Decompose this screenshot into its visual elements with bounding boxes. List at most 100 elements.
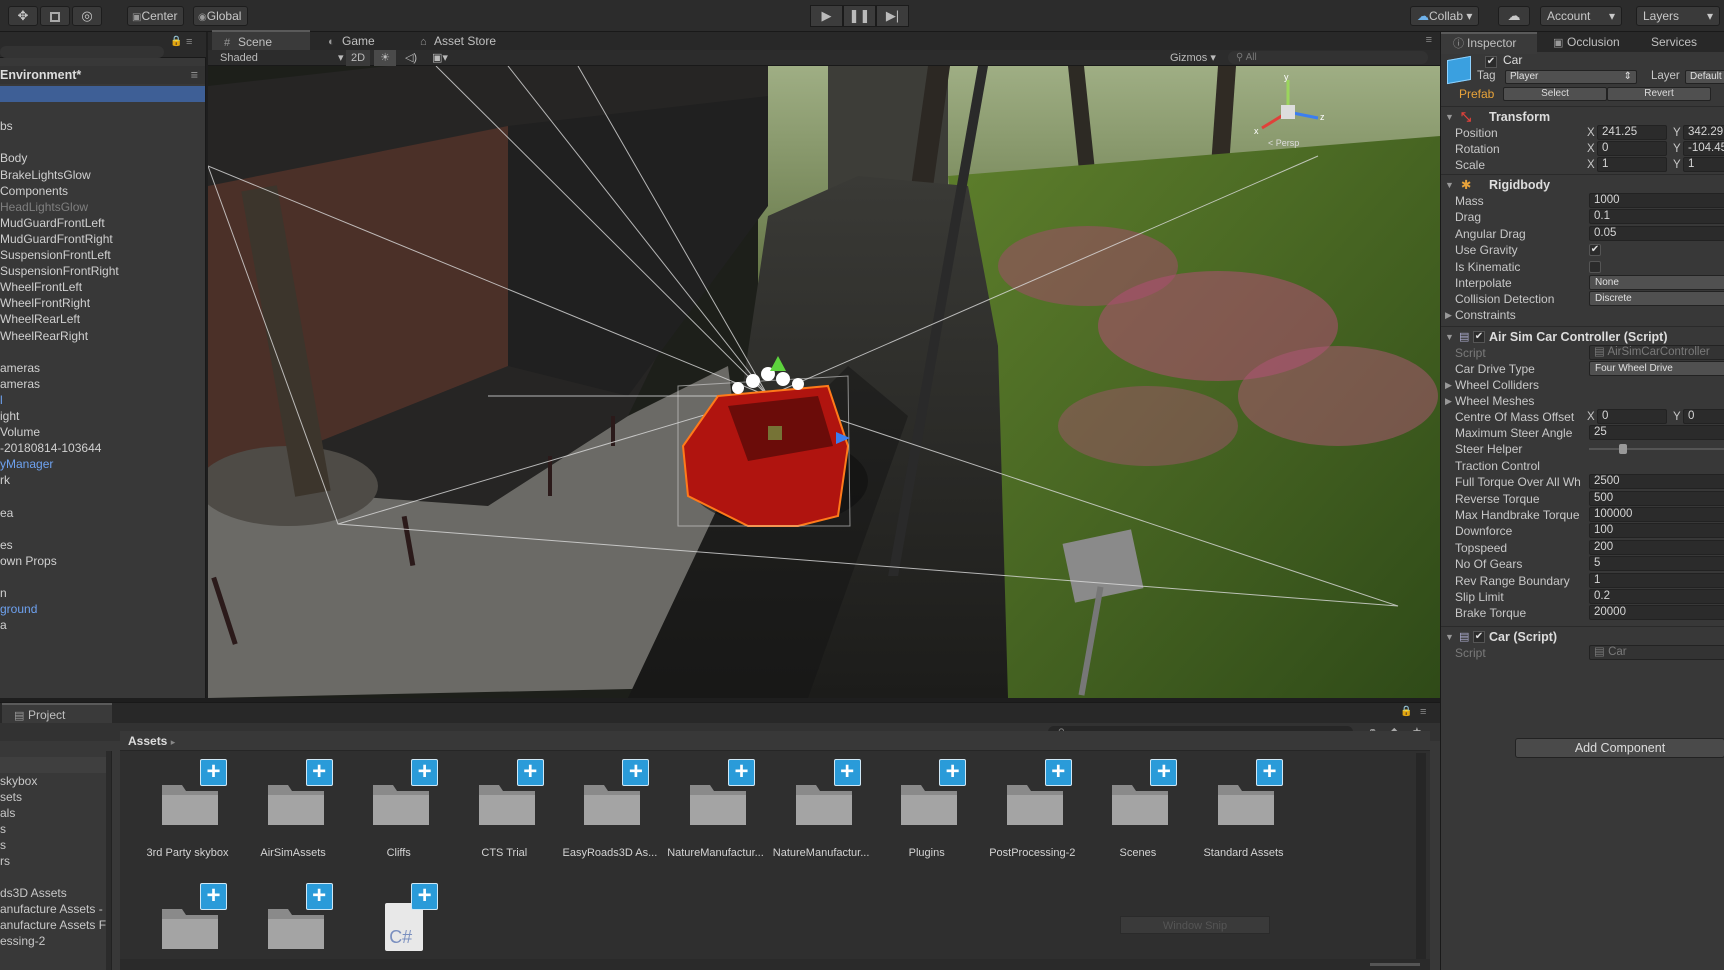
- script-asset[interactable]: C# +: [331, 875, 446, 970]
- property-field[interactable]: 20000: [1589, 605, 1724, 621]
- hierarchy-item[interactable]: [0, 344, 205, 360]
- object-name-field[interactable]: Car: [1503, 52, 1723, 68]
- drive-type-dropdown[interactable]: Four Wheel Drive: [1589, 361, 1724, 376]
- hierarchy-item[interactable]: ight: [0, 408, 205, 424]
- property-field[interactable]: 0.2: [1589, 589, 1724, 604]
- position-x-field[interactable]: 241.25: [1597, 125, 1667, 140]
- property-field[interactable]: 100000: [1589, 507, 1724, 522]
- folder-asset[interactable]: + Scenes: [1070, 751, 1185, 867]
- hierarchy-item[interactable]: SuspensionFrontRight: [0, 263, 205, 279]
- folder-asset[interactable]: +3rd Party skybox: [120, 751, 235, 867]
- hierarchy-item[interactable]: bs: [0, 118, 205, 134]
- folder-asset[interactable]: + Standard Assets: [1176, 751, 1291, 867]
- lock-icon[interactable]: 🔒: [170, 36, 182, 47]
- effects-toggle-icon[interactable]: ▣▾: [426, 50, 454, 66]
- gizmos-dropdown[interactable]: Gizmos ▾: [1170, 50, 1222, 66]
- layers-dropdown[interactable]: Layers ▾: [1636, 6, 1720, 26]
- tab-inspector[interactable]: ⓘ Inspector: [1441, 32, 1537, 54]
- car-script-header[interactable]: ▼ ▤ ✔ Car (Script): [1441, 626, 1724, 646]
- folder-asset[interactable]: +: [226, 875, 341, 970]
- pivot-center-button[interactable]: ▣Center: [127, 6, 185, 26]
- pause-button[interactable]: ❚❚: [843, 5, 876, 27]
- tree-scrollbar[interactable]: [106, 751, 111, 970]
- lock-icon[interactable]: 🔒: [1400, 706, 1412, 717]
- rotation-y-field[interactable]: -104.45: [1683, 141, 1724, 156]
- property-field[interactable]: 5: [1589, 556, 1724, 572]
- controller-header[interactable]: ▼ ▤ ✔ Air Sim Car Controller (Script): [1441, 326, 1724, 346]
- cloud-icon[interactable]: ☁: [1498, 6, 1530, 26]
- property-dropdown[interactable]: Discrete: [1589, 291, 1724, 307]
- folder-asset[interactable]: + PostProcessing-2: [965, 751, 1080, 867]
- hierarchy-item[interactable]: HeadLightsGlow: [0, 199, 205, 215]
- folder-asset[interactable]: + CTS Trial: [437, 751, 552, 867]
- hierarchy-item[interactable]: l: [0, 392, 205, 408]
- property-field[interactable]: 500: [1589, 490, 1724, 506]
- hierarchy-item[interactable]: ameras: [0, 376, 205, 392]
- hierarchy-item[interactable]: Body: [0, 150, 205, 166]
- pivot-global-button[interactable]: ◉Global: [193, 6, 249, 26]
- grid-scrollbar[interactable]: [1416, 753, 1426, 963]
- controller-enabled-checkbox[interactable]: ✔: [1473, 331, 1485, 343]
- property-slider[interactable]: [1589, 444, 1724, 455]
- hierarchy-item[interactable]: WheelFrontLeft: [0, 279, 205, 295]
- property-checkbox[interactable]: [1589, 260, 1601, 273]
- scene-viewport[interactable]: y z x < Persp: [208, 66, 1440, 698]
- transform-header[interactable]: ▼ ⤡ Transform: [1441, 106, 1724, 126]
- hierarchy-item[interactable]: [0, 489, 205, 505]
- rigidbody-header[interactable]: ▼ ✱ Rigidbody: [1441, 174, 1724, 194]
- audio-toggle-icon[interactable]: ◁): [400, 50, 422, 66]
- property-field[interactable]: 0.05: [1589, 225, 1724, 241]
- rotation-x-field[interactable]: 0: [1597, 141, 1667, 156]
- hierarchy-item[interactable]: own Props: [0, 553, 205, 569]
- hierarchy-item[interactable]: SuspensionFrontLeft: [0, 247, 205, 263]
- hierarchy-item[interactable]: ea: [0, 505, 205, 521]
- folder-tree-item[interactable]: als: [0, 805, 15, 821]
- hierarchy-item[interactable]: MudGuardFrontLeft: [0, 215, 205, 231]
- folder-tree-item[interactable]: rs: [0, 853, 10, 869]
- lighting-toggle-icon[interactable]: ☀: [374, 50, 396, 66]
- property-slider[interactable]: [1589, 465, 1724, 467]
- tag-dropdown[interactable]: Player ⇕: [1505, 70, 1637, 84]
- panel-menu-icon[interactable]: ≡: [186, 36, 192, 48]
- draw-mode-dropdown[interactable]: Shaded ▾: [220, 50, 344, 66]
- hierarchy-search-field[interactable]: [0, 46, 164, 58]
- scale-x-field[interactable]: 1: [1597, 157, 1667, 172]
- folder-asset[interactable]: + NatureManufactur...: [648, 751, 764, 867]
- tab-services[interactable]: Services: [1639, 32, 1707, 54]
- hierarchy-item[interactable]: rk: [0, 472, 205, 488]
- active-checkbox[interactable]: ✔: [1485, 56, 1497, 68]
- hierarchy-item[interactable]: ameras: [0, 360, 205, 376]
- folder-tree-item[interactable]: skybox: [0, 773, 37, 789]
- hierarchy-item[interactable]: es: [0, 537, 205, 553]
- play-button[interactable]: ▶: [810, 5, 843, 27]
- hierarchy-item[interactable]: WheelRearLeft: [0, 311, 205, 327]
- folder-asset[interactable]: + NatureManufactur...: [754, 751, 869, 867]
- hierarchy-item[interactable]: n: [0, 585, 205, 601]
- hierarchy-item[interactable]: Components: [0, 183, 205, 199]
- folder-tree-item[interactable]: essing-2: [0, 933, 45, 949]
- hierarchy-item[interactable]: yManager: [0, 456, 205, 472]
- folder-tree-item[interactable]: anufacture Assets -: [0, 901, 103, 917]
- hierarchy-item[interactable]: Volume: [0, 424, 205, 440]
- slider-thumb[interactable]: [1619, 444, 1627, 455]
- folder-tree-item[interactable]: anufacture Assets F: [0, 917, 106, 933]
- property-dropdown[interactable]: None: [1589, 275, 1724, 290]
- folder-asset[interactable]: + AirSimAssets: [226, 751, 341, 867]
- panel-menu-icon[interactable]: ≡: [1426, 34, 1432, 46]
- hierarchy-item[interactable]: [0, 521, 205, 537]
- rect-tool-icon[interactable]: [40, 6, 70, 26]
- car-script-enabled-checkbox[interactable]: ✔: [1473, 631, 1485, 643]
- folder-asset[interactable]: +: [120, 875, 235, 970]
- move-tool-icon[interactable]: ✥: [8, 6, 38, 26]
- position-y-field[interactable]: 342.29: [1683, 125, 1724, 140]
- hierarchy-item[interactable]: [0, 102, 205, 118]
- property-field[interactable]: 0.1: [1589, 209, 1724, 225]
- tab-project[interactable]: ▤ Project: [2, 703, 112, 725]
- hierarchy-item[interactable]: ground: [0, 601, 205, 617]
- folder-tree-item[interactable]: s: [0, 821, 6, 837]
- scale-y-field[interactable]: 1: [1683, 157, 1724, 172]
- folder-asset[interactable]: + Plugins: [859, 751, 974, 867]
- hierarchy-item[interactable]: MudGuardFrontRight: [0, 231, 205, 247]
- folder-tree-item[interactable]: ds3D Assets: [0, 885, 67, 901]
- scene-header[interactable]: Environment* ≡: [0, 66, 205, 84]
